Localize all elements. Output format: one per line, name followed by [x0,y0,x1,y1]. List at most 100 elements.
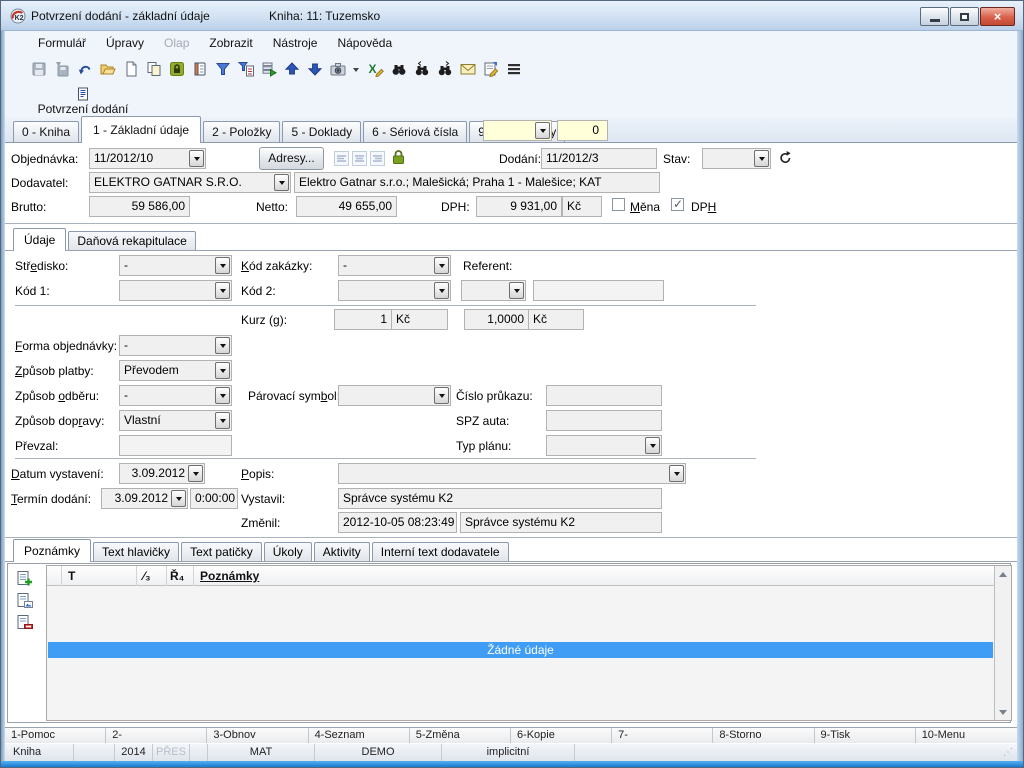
tab-filter-combo-dropdown[interactable] [535,122,550,139]
tab-filter-combo[interactable] [483,120,552,141]
tab-seriova-cisla[interactable]: 6 - Sériová čísla [363,121,467,142]
new-document-icon[interactable] [123,61,139,77]
resize-grip[interactable]: ⋰ [1003,747,1013,758]
tab-kniha[interactable]: 0 - Kniha [13,121,79,142]
typ-planu-dropdown[interactable] [645,437,660,454]
send-stack-icon[interactable] [261,61,277,77]
column-header-fraction[interactable]: ⁄₃ [137,566,167,586]
menu-upravy[interactable]: Úpravy [97,34,153,52]
stav-dropdown[interactable] [754,150,769,167]
filter-icon[interactable] [215,61,231,77]
dph-checkbox[interactable] [671,198,684,211]
termin-dodani-dropdown[interactable] [171,490,186,507]
tab-danova-rekapitulace[interactable]: Daňová rekapitulace [68,231,195,250]
mail-icon[interactable] [460,61,476,77]
zpusob-platby-combo[interactable]: Převodem [119,360,232,381]
kod2-combo[interactable] [338,280,451,301]
open-folder-icon[interactable] [100,61,116,77]
menu-formular[interactable]: Formulář [29,34,95,52]
zpusob-odberu-combo[interactable]: - [119,385,232,406]
undo-icon[interactable] [77,61,93,77]
filter-document-icon[interactable] [238,61,254,77]
datum-vystaveni-dropdown[interactable] [188,465,203,482]
fkey-3[interactable]: 3-Obnov [207,728,308,743]
zpusob-odberu-dropdown[interactable] [215,387,230,404]
lock-icon[interactable] [169,61,185,77]
find-previous-icon[interactable] [414,61,430,77]
popis-combo[interactable] [338,463,686,484]
tab-zakladni-udaje[interactable]: 1 - Základní údaje [81,116,201,143]
tab-poznamky[interactable]: Poznámky [13,539,91,562]
fkey-10[interactable]: 10-Menu [916,728,1017,743]
move-down-icon[interactable] [307,61,323,77]
camera-dropdown-icon[interactable] [353,61,361,77]
menu-list-icon[interactable] [506,61,522,77]
excel-export-icon[interactable]: X [368,61,384,77]
parovaci-symbol-combo[interactable] [338,385,451,406]
dodani-field[interactable]: 11/2012/3 [541,148,657,169]
restore-button[interactable] [950,7,979,26]
fkey-9[interactable]: 9-Tisk [815,728,916,743]
forma-objednavky-dropdown[interactable] [215,337,230,354]
dodavatel-dropdown[interactable] [274,174,289,191]
dodavatel-adresa-field[interactable]: Elektro Gatnar s.r.o.; Malešická; Praha … [294,172,660,193]
column-header-t[interactable]: T [62,566,137,586]
tab-ukoly[interactable]: Úkoly [264,542,312,561]
typ-planu-combo[interactable] [546,435,662,456]
menu-zobrazit[interactable]: Zobrazit [200,34,261,52]
column-header-blank[interactable] [47,566,62,586]
zpusob-dopravy-combo[interactable]: Vlastní [119,410,232,431]
referent-combo[interactable] [461,280,526,301]
notebook-icon[interactable] [192,61,208,77]
termin-dodani-time-field[interactable]: 0:00:00 [190,488,238,509]
tab-interni-text-dodavatele[interactable]: Interní text dodavatele [372,542,509,561]
fkey-2[interactable]: 2- [106,728,207,743]
potvrzeni-dodani-button[interactable]: Potvrzení dodání [27,86,139,116]
fkey-1[interactable]: 1-Pomoc [5,728,106,743]
stredisko-dropdown[interactable] [215,257,230,274]
fkey-5[interactable]: 5-Změna [410,728,511,743]
scroll-up-button[interactable] [995,566,1011,582]
delete-note-icon[interactable] [16,614,33,631]
objednavka-combo[interactable]: 11/2012/10 [89,148,206,169]
tab-text-hlavicky[interactable]: Text hlavičky [93,542,179,561]
column-header-poznamky[interactable]: Poznámky [194,566,994,586]
refresh-icon[interactable] [778,150,793,170]
scroll-down-button[interactable] [995,704,1011,720]
tab-udaje[interactable]: Údaje [13,228,66,251]
dodavatel-combo[interactable]: ELEKTRO GATNAR S.R.O. [89,172,291,193]
stav-combo[interactable] [702,148,771,169]
cislo-prukazu-field[interactable] [546,385,662,406]
column-header-r4[interactable]: Ř₄ [167,566,194,586]
close-button[interactable]: × [980,7,1015,26]
menu-nastroje[interactable]: Nástroje [264,34,327,52]
camera-icon[interactable] [330,61,346,77]
fkey-7[interactable]: 7- [612,728,713,743]
zpusob-platby-dropdown[interactable] [215,362,230,379]
tab-aktivity[interactable]: Aktivity [314,542,370,561]
forma-objednavky-combo[interactable]: - [119,335,232,356]
adresy-button[interactable]: Adresy... [259,147,324,170]
fkey-8[interactable]: 8-Storno [713,728,814,743]
tab-doklady[interactable]: 5 - Doklady [282,121,361,142]
zpusob-dopravy-dropdown[interactable] [215,412,230,429]
kod-zakazky-dropdown[interactable] [434,257,449,274]
kod-zakazky-combo[interactable]: - [338,255,451,276]
kurz-value-field[interactable]: 1 [334,309,392,330]
currency-field[interactable]: Kč [562,196,602,217]
notes-scrollbar[interactable] [994,566,1011,720]
netto-field[interactable]: 49 655,00 [296,196,397,217]
find-next-icon[interactable] [437,61,453,77]
edit-note-icon[interactable] [483,61,499,77]
fkey-4[interactable]: 4-Seznam [309,728,410,743]
kod1-dropdown[interactable] [215,282,230,299]
objednavka-dropdown[interactable] [189,150,204,167]
move-up-icon[interactable] [284,61,300,77]
tab-polozky[interactable]: 2 - Položky [203,121,280,142]
spz-auta-field[interactable] [546,410,662,431]
mena-checkbox[interactable] [612,198,625,211]
popis-dropdown[interactable] [669,465,684,482]
add-note-icon[interactable] [16,570,33,587]
parovaci-symbol-dropdown[interactable] [434,387,449,404]
referent-dropdown[interactable] [509,282,524,299]
